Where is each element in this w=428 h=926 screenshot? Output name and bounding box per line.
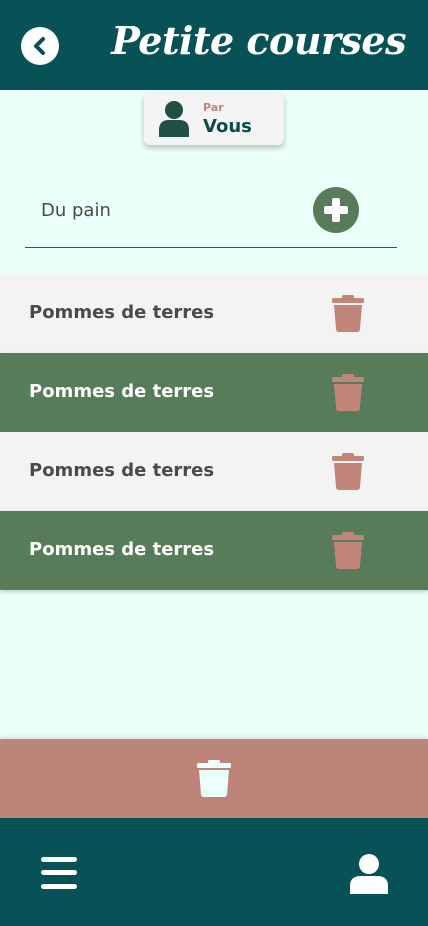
item-label: Pommes de terres bbox=[29, 539, 215, 560]
list-item[interactable]: Pommes de terres bbox=[0, 511, 428, 590]
add-item-button[interactable] bbox=[313, 187, 359, 233]
new-item-input[interactable] bbox=[41, 194, 301, 226]
list-item[interactable]: Pommes de terres bbox=[0, 274, 428, 353]
trash-icon[interactable] bbox=[332, 532, 364, 569]
page-title: Petite courses bbox=[111, 18, 406, 63]
author-badge: Par Vous bbox=[144, 92, 284, 145]
trash-icon bbox=[197, 760, 231, 797]
app-header: Petite courses bbox=[0, 0, 428, 90]
clear-list-button[interactable] bbox=[0, 739, 428, 818]
new-item-row bbox=[25, 180, 397, 248]
author-prefix: Par bbox=[203, 101, 224, 114]
trash-icon[interactable] bbox=[332, 453, 364, 490]
author-name: Vous bbox=[203, 116, 252, 137]
list-item[interactable]: Pommes de terres bbox=[0, 432, 428, 511]
chevron-left-icon bbox=[34, 37, 45, 55]
item-label: Pommes de terres bbox=[29, 460, 215, 481]
trash-icon[interactable] bbox=[332, 295, 364, 332]
user-icon bbox=[159, 101, 189, 137]
item-label: Pommes de terres bbox=[29, 302, 215, 323]
hamburger-menu-icon[interactable] bbox=[41, 857, 77, 889]
trash-icon[interactable] bbox=[332, 374, 364, 411]
list-item[interactable]: Pommes de terres bbox=[0, 353, 428, 432]
user-icon[interactable] bbox=[350, 854, 388, 894]
bottom-navigation bbox=[0, 818, 428, 926]
item-label: Pommes de terres bbox=[29, 381, 215, 402]
back-button[interactable] bbox=[21, 27, 59, 65]
shopping-list: Pommes de terres Pommes de terres Pommes… bbox=[0, 274, 428, 590]
